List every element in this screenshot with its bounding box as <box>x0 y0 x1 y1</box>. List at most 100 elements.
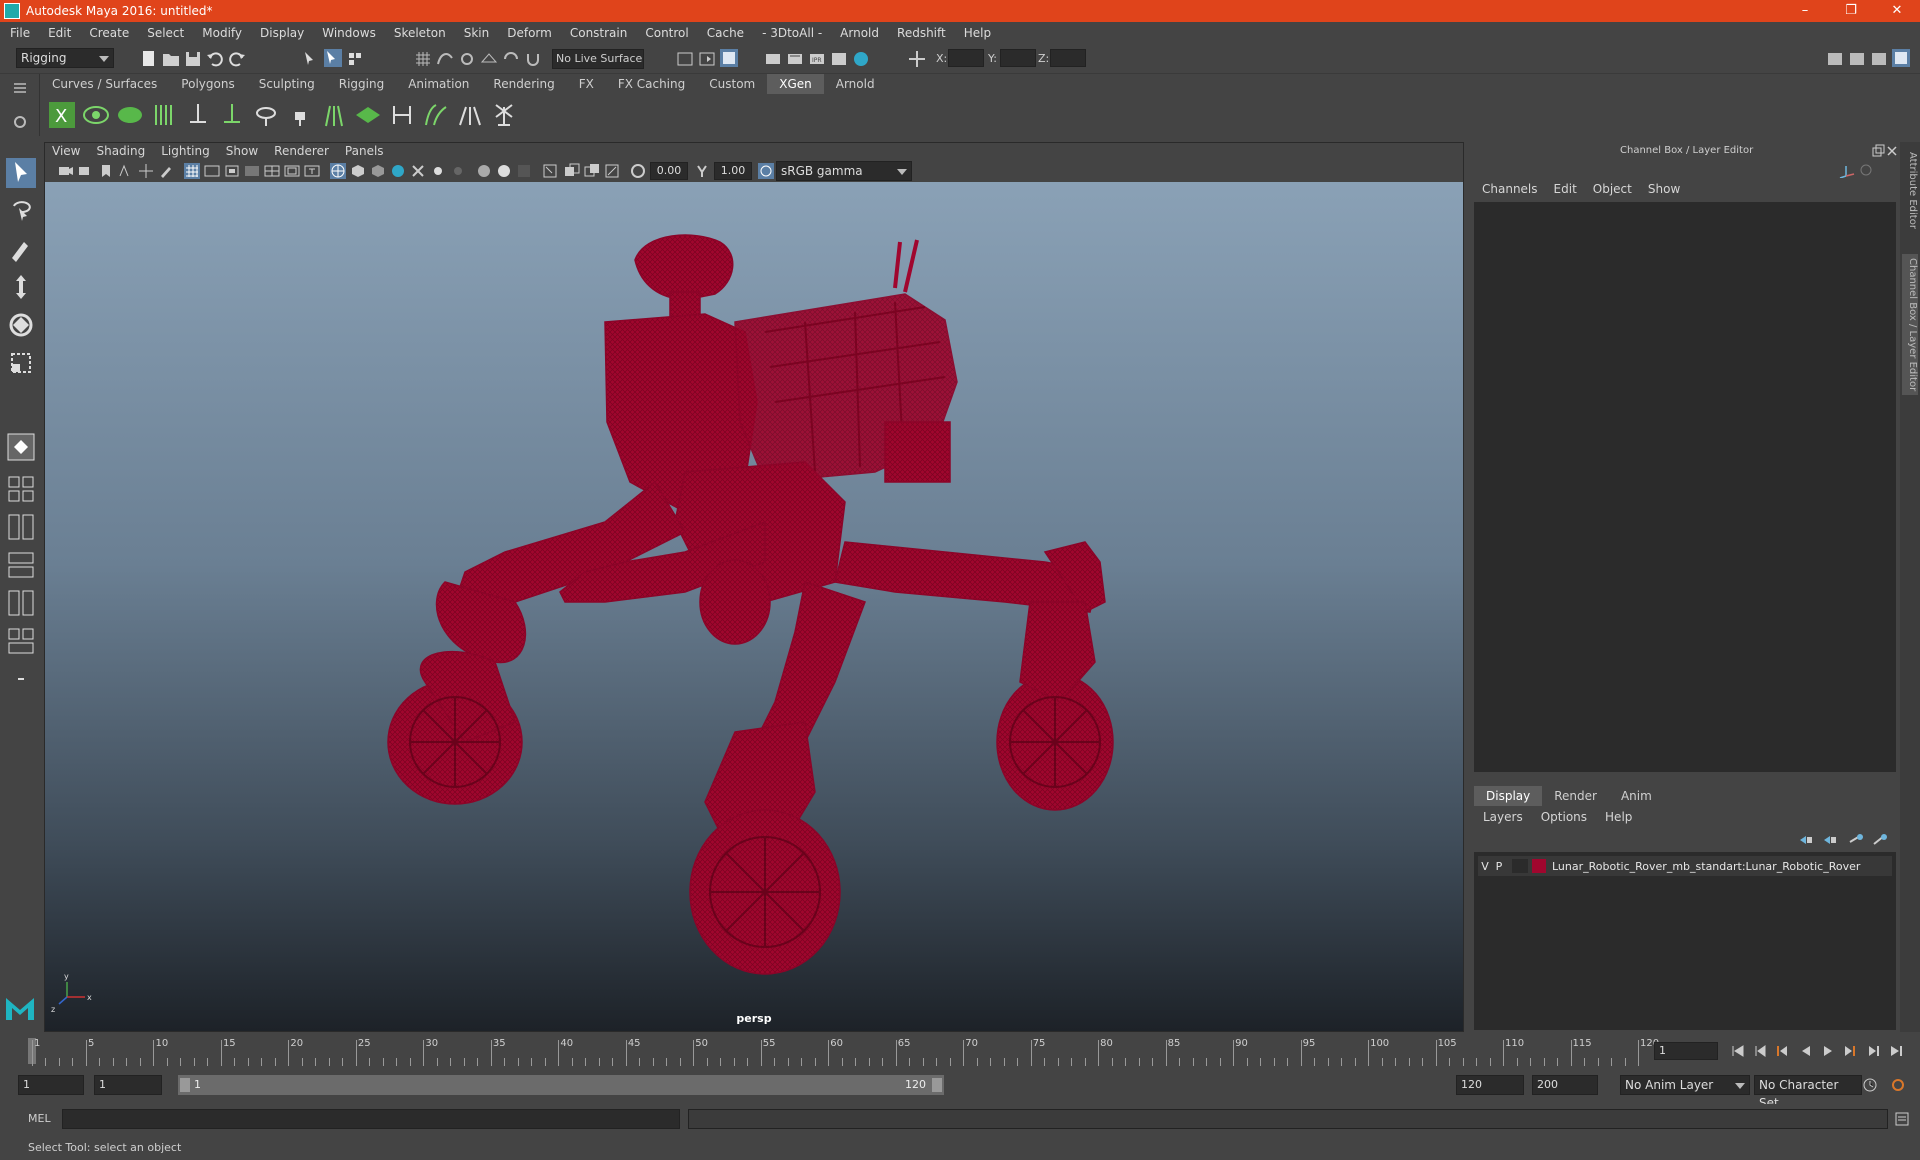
layer-tab-display[interactable]: Display <box>1474 786 1543 806</box>
toolbox-more-icon[interactable] <box>6 664 36 694</box>
film-gate-icon[interactable] <box>204 163 220 179</box>
channel-box-content[interactable] <box>1474 202 1896 772</box>
wireframe-icon[interactable] <box>330 163 346 179</box>
color-management-icon[interactable] <box>758 163 774 179</box>
input-ops-icon[interactable] <box>676 50 694 68</box>
persp-outliner-layout-icon[interactable] <box>6 512 36 542</box>
menu-file[interactable]: File <box>0 26 38 40</box>
shelf-tab-xgen[interactable]: XGen <box>767 74 824 94</box>
xgen-normalize-guides-icon[interactable] <box>388 101 416 129</box>
xgen-grooming-icon[interactable] <box>354 101 382 129</box>
select-camera-icon[interactable] <box>58 163 74 179</box>
menuset-dropdown[interactable]: Rigging <box>16 48 114 68</box>
playback-end-field[interactable]: 120 <box>1456 1075 1524 1095</box>
menu-deform[interactable]: Deform <box>497 26 560 40</box>
snap-view-plane-icon[interactable] <box>480 50 498 68</box>
xgen-create-description-icon[interactable] <box>116 101 144 129</box>
xgen-flip-guides-icon[interactable] <box>456 101 484 129</box>
scene-end-field[interactable]: 200 <box>1532 1075 1598 1095</box>
live-surface-field[interactable]: No Live Surface <box>552 49 644 69</box>
four-view-layout-icon[interactable] <box>6 474 36 504</box>
menu-display[interactable]: Display <box>250 26 312 40</box>
channel-box-menu-show[interactable]: Show <box>1640 182 1688 200</box>
safe-action-icon[interactable] <box>284 163 300 179</box>
exposure-icon[interactable] <box>630 163 646 179</box>
auto-keyframe-icon[interactable] <box>1862 1077 1878 1093</box>
viewport-menu-renderer[interactable]: Renderer <box>266 142 337 160</box>
select-component-icon[interactable] <box>346 50 364 68</box>
menu-arnold[interactable]: Arnold <box>830 26 887 40</box>
xgen-lock-guides-icon[interactable] <box>286 101 314 129</box>
layer-menu-layers[interactable]: Layers <box>1474 810 1532 828</box>
shelf-tab-sculpting[interactable]: Sculpting <box>247 74 327 94</box>
layer-display-type-toggle[interactable] <box>1512 859 1528 873</box>
xgen-delete-guides-icon[interactable] <box>490 101 518 129</box>
use-all-lights-icon[interactable] <box>430 163 446 179</box>
transform-mode-icon[interactable] <box>908 50 926 68</box>
range-slider-left-grip[interactable] <box>180 1078 190 1092</box>
step-back-key-icon[interactable] <box>1774 1043 1790 1059</box>
side-tab-attribute-editor[interactable]: Attribute Editor <box>1902 152 1918 229</box>
select-tool-icon[interactable] <box>6 158 36 188</box>
menu-edit[interactable]: Edit <box>38 26 79 40</box>
paint-select-tool-icon[interactable] <box>6 234 36 264</box>
new-empty-layer-icon[interactable] <box>1848 832 1864 848</box>
minimize-button[interactable]: – <box>1782 0 1828 22</box>
snap-grid-icon[interactable] <box>414 50 432 68</box>
motion-blur-icon[interactable] <box>496 163 512 179</box>
select-object-icon[interactable] <box>324 49 342 67</box>
xgen-guide-length-icon[interactable] <box>218 101 246 129</box>
manipulator-axes-icon[interactable] <box>1836 162 1876 178</box>
viewport-menu-show[interactable]: Show <box>218 142 266 160</box>
screen-space-ao-icon[interactable] <box>476 163 492 179</box>
play-backwards-icon[interactable] <box>1798 1043 1814 1059</box>
range-slider-handle[interactable] <box>178 1075 944 1095</box>
shelf-tab-animation[interactable]: Animation <box>396 74 481 94</box>
xgen-add-guide-icon[interactable] <box>150 101 178 129</box>
viewport-menu-lighting[interactable]: Lighting <box>153 142 218 160</box>
step-forward-frame-icon[interactable] <box>1866 1043 1882 1059</box>
safe-title-icon[interactable] <box>304 163 320 179</box>
gate-mask-icon[interactable] <box>244 163 260 179</box>
command-language-toggle[interactable]: MEL <box>28 1112 51 1125</box>
shelf-tab-curves-surfaces[interactable]: Curves / Surfaces <box>40 74 169 94</box>
xgen-rebuild-guides-icon[interactable] <box>320 101 348 129</box>
multisample-aa-icon[interactable] <box>516 163 532 179</box>
default-material-icon[interactable] <box>370 163 386 179</box>
attribute-editor-toggle-icon[interactable] <box>1848 50 1866 68</box>
hypershade-icon[interactable] <box>830 50 848 68</box>
render-settings-icon[interactable]: IPR <box>808 50 826 68</box>
step-forward-key-icon[interactable] <box>1842 1043 1858 1059</box>
layer-color-swatch[interactable] <box>1532 859 1546 873</box>
channel-box-toggle-icon[interactable] <box>1892 49 1910 67</box>
menu-help[interactable]: Help <box>954 26 999 40</box>
smooth-shade-icon[interactable] <box>350 163 366 179</box>
menu-modify[interactable]: Modify <box>192 26 250 40</box>
go-to-end-icon[interactable] <box>1888 1043 1904 1059</box>
z-coord-field[interactable] <box>1050 49 1086 67</box>
channel-box-menu-channels[interactable]: Channels <box>1474 182 1546 200</box>
animation-preferences-icon[interactable] <box>1890 1077 1906 1093</box>
shelf-tab-polygons[interactable]: Polygons <box>169 74 246 94</box>
new-layer-selected-icon[interactable] <box>1872 832 1888 848</box>
xgen-sculpt-guides-icon[interactable] <box>184 101 212 129</box>
layer-playback-toggle[interactable]: P <box>1492 860 1506 873</box>
character-set-dropdown[interactable]: No Character Set <box>1754 1075 1862 1110</box>
xray-active-components-icon[interactable] <box>584 163 600 179</box>
xgen-bend-guides-icon[interactable] <box>422 101 450 129</box>
xgen-visibility-guides-icon[interactable] <box>252 101 280 129</box>
undo-icon[interactable] <box>206 50 224 68</box>
image-plane-icon[interactable] <box>118 163 134 179</box>
persp-uv-editor-layout-icon[interactable] <box>6 626 36 656</box>
maximize-button[interactable]: ❐ <box>1828 0 1874 22</box>
shelf-menu-icon[interactable] <box>12 80 28 96</box>
2d-pan-zoom-icon[interactable] <box>138 163 154 179</box>
grid-toggle-icon[interactable] <box>184 163 200 179</box>
step-back-frame-icon[interactable] <box>1752 1043 1768 1059</box>
playback-start-field[interactable]: 1 <box>94 1075 162 1095</box>
menu-redshift[interactable]: Redshift <box>887 26 954 40</box>
layer-menu-options[interactable]: Options <box>1532 810 1596 828</box>
xgen-editor-icon[interactable]: X <box>48 101 76 129</box>
open-scene-icon[interactable] <box>162 50 180 68</box>
menu-select[interactable]: Select <box>137 26 192 40</box>
